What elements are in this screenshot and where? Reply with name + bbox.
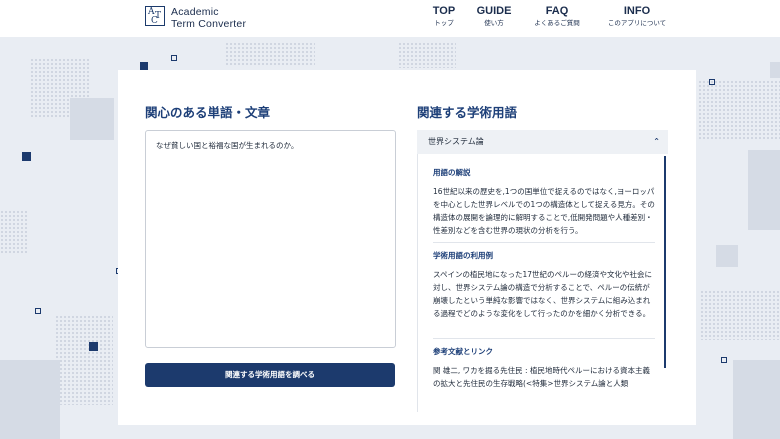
nav-guide[interactable]: GUIDE 使い方: [474, 5, 514, 28]
section-heading: 学術用語の利用例: [433, 251, 493, 260]
section-heading: 用語の解説: [433, 168, 471, 177]
logo-line-2: Term Converter: [171, 18, 247, 30]
nav-info[interactable]: INFO このアプリについて: [590, 5, 684, 28]
decor-square: [721, 357, 727, 363]
chevron-up-icon[interactable]: ⌃: [653, 130, 660, 154]
term-name: 世界システム論: [428, 137, 484, 146]
decor-square: [89, 342, 98, 351]
decor-square: [35, 308, 41, 314]
decor-square: [70, 98, 114, 140]
scrollbar[interactable]: [664, 156, 666, 368]
input-section-title: 関心のある単語・文章: [145, 105, 271, 120]
decor-square: [22, 152, 31, 161]
nav-faq[interactable]: FAQ よくあるご質問: [529, 5, 585, 28]
dot-pattern: [398, 42, 456, 68]
site-header: A T C Academic Term Converter TOP トップ GU…: [0, 0, 780, 37]
dot-pattern: [698, 80, 780, 140]
decor-square: [770, 62, 780, 78]
section-body: 16世紀以来の歴史を,1つの国単位で捉えるのではなく,ヨーロッパを中心とした世界…: [433, 187, 655, 235]
section-heading: 参考文献とリンク: [433, 347, 493, 356]
decor-square: [716, 245, 738, 267]
divider: [433, 338, 655, 339]
search-terms-button[interactable]: 関連する学術用語を調べる: [145, 363, 395, 387]
term-section: 用語の解説 16世紀以来の歴史を,1つの国単位で捉えるのではなく,ヨーロッパを中…: [433, 168, 655, 237]
decor-square: [733, 360, 780, 439]
decor-square: [171, 55, 177, 61]
term-accordion-body[interactable]: 用語の解説 16世紀以来の歴史を,1つの国単位で捉えるのではなく,ヨーロッパを中…: [417, 154, 668, 412]
main-card: 関心のある単語・文章 なぜ貧しい国と裕福な国が生まれるのか。 関連する学術用語を…: [118, 70, 696, 425]
decor-square: [140, 62, 148, 70]
divider: [433, 242, 655, 243]
dot-pattern: [225, 42, 315, 66]
decor-square: [0, 360, 60, 439]
query-textarea[interactable]: なぜ貧しい国と裕福な国が生まれるのか。: [145, 130, 396, 348]
nav-top[interactable]: TOP トップ: [430, 5, 458, 28]
dot-pattern: [700, 290, 780, 340]
decor-square: [748, 150, 780, 230]
section-body: 関 雄二, ワカを掘る先住民 : 植民地時代ペルーにおける資本主義の拡大と先住民…: [433, 366, 650, 388]
term-section: 学術用語の利用例 スペインの植民地になった17世紀のペルーの経済や文化や社会に対…: [433, 251, 655, 320]
term-accordion-header[interactable]: 世界システム論 ⌃: [417, 130, 668, 154]
logo-line-1: Academic: [171, 6, 219, 18]
dot-pattern: [55, 315, 113, 405]
result-section-title: 関連する学術用語: [417, 105, 518, 120]
term-section: 参考文献とリンク 関 雄二, ワカを掘る先住民 : 植民地時代ペルーにおける資本…: [433, 347, 655, 390]
site-logo-text[interactable]: Academic Term Converter: [171, 6, 246, 30]
atc-logo-icon[interactable]: A T C: [145, 6, 165, 26]
section-body: スペインの植民地になった17世紀のペルーの経済や文化や社会に対し、世界システム論…: [433, 270, 653, 318]
decor-square: [709, 79, 715, 85]
dot-pattern: [0, 210, 28, 255]
